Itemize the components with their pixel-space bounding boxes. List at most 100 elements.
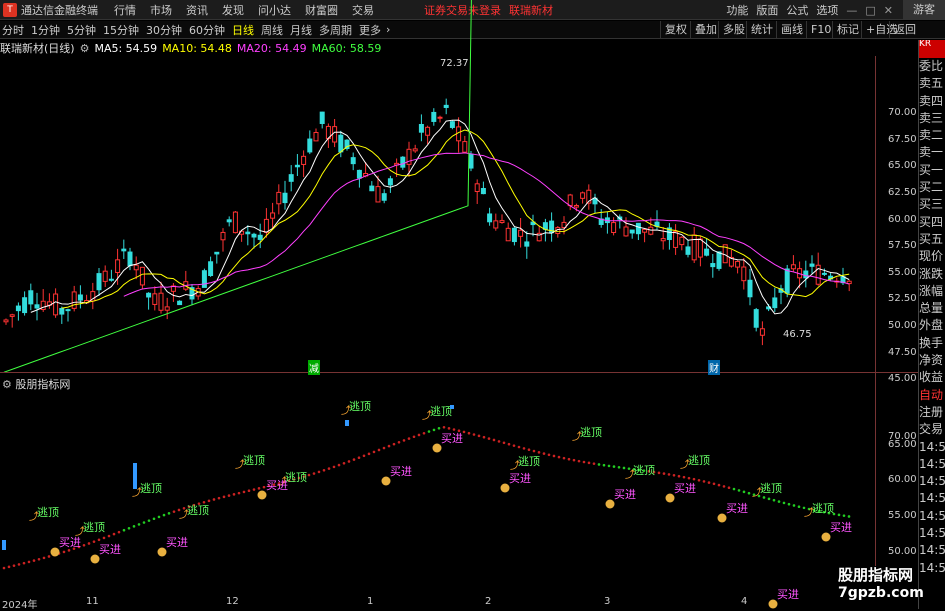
ind-tick: 55.00 [888, 510, 917, 521]
back-button[interactable]: 返回 [889, 21, 920, 39]
buy-signal[interactable]: 买进 [821, 521, 853, 542]
sidebar-item[interactable]: 买一 [919, 162, 945, 179]
buy-signal[interactable]: 买进 [157, 536, 189, 557]
sidebar-lower-item[interactable]: 14:55 [919, 560, 945, 577]
price-tick: 67.50 [888, 134, 917, 145]
candle [691, 227, 697, 264]
sidebar-item[interactable]: 外盘 [919, 317, 945, 334]
signal-dot [337, 463, 341, 467]
sell-signal[interactable]: ⤴逃顶 [680, 454, 710, 471]
buy-signal[interactable]: 买进 [500, 472, 532, 493]
candlestick-chart[interactable] [0, 0, 875, 372]
ind-tick: 65.00 [888, 439, 917, 450]
signal-dot [527, 448, 531, 452]
sidebar-item[interactable]: 涨幅 [919, 283, 945, 300]
sidebar-lower-item[interactable]: 14:55 [919, 525, 945, 542]
buy-signal[interactable]: 买进 [717, 502, 749, 523]
sidebar-item[interactable]: 现价 [919, 248, 945, 265]
buy-signal[interactable]: 买进 [381, 465, 413, 486]
signal-dot [347, 460, 351, 463]
candle [301, 150, 307, 178]
candle [592, 193, 598, 214]
svg-text:逃顶: 逃顶 [760, 482, 782, 495]
buy-signal[interactable]: 买进 [768, 588, 800, 609]
sidebar-item[interactable]: 净资 [919, 352, 945, 369]
buy-signal[interactable]: 买进 [257, 479, 289, 500]
sidebar-lower-item[interactable]: 14:55 [919, 542, 945, 559]
candle [617, 214, 623, 229]
ind-tick: 60.00 [888, 474, 917, 485]
sidebar-item[interactable]: 委比 [919, 58, 945, 75]
candle [505, 222, 511, 242]
signal-dot [22, 561, 26, 565]
signal-dot [562, 456, 566, 460]
candle [152, 286, 158, 311]
signal-dot [322, 468, 326, 472]
sell-signal[interactable]: ⤴逃顶 [804, 502, 834, 519]
candle [34, 292, 40, 321]
sidebar-lower-item[interactable]: 14:55 [919, 508, 945, 525]
candle [685, 240, 691, 258]
signal-dot [522, 447, 526, 450]
sidebar-lower-item[interactable]: 自动 [919, 387, 945, 404]
candle [15, 302, 21, 321]
candle [623, 217, 629, 237]
sidebar-item[interactable]: 卖二 [919, 127, 945, 144]
indicator-chart[interactable]: ⤴逃顶⤴逃顶⤴逃顶⤴逃顶⤴逃顶⤴逃顶⤴逃顶⤴逃顶⤴逃顶⤴逃顶⤴逃顶 ⤴逃顶⤴逃顶⤴… [0, 373, 875, 609]
sidebar-item[interactable]: 收益 [919, 369, 945, 386]
buy-signal[interactable]: 买进 [665, 482, 697, 503]
candle [170, 283, 176, 302]
sidebar-item[interactable]: 买三 [919, 196, 945, 213]
sell-signal[interactable]: ⤴逃顶 [510, 455, 540, 472]
svg-text:买进: 买进 [59, 536, 81, 549]
buy-signal[interactable]: 买进 [50, 536, 82, 557]
candle [319, 111, 325, 129]
sidebar-item[interactable]: 买五 [919, 231, 945, 248]
signal-dot [307, 473, 311, 477]
sidebar-item[interactable]: 买四 [919, 214, 945, 231]
signal-dot [552, 454, 556, 458]
signal-dot [497, 440, 501, 443]
candle [524, 231, 530, 259]
sell-signal[interactable]: ⤴逃顶 [625, 464, 655, 481]
buy-signal[interactable]: 买进 [605, 488, 637, 509]
candle [369, 181, 375, 192]
sidebar-item[interactable]: 买二 [919, 179, 945, 196]
sidebar-lower-item[interactable]: 14:55 [919, 439, 945, 456]
sidebar-item[interactable]: 卖三 [919, 110, 945, 127]
sidebar-item[interactable]: 卖四 [919, 93, 945, 110]
signal-dot [32, 559, 36, 562]
guest-button[interactable]: 游客 [903, 0, 945, 20]
svg-text:逃顶: 逃顶 [349, 400, 371, 413]
sidebar-item[interactable]: 卖五 [919, 75, 945, 92]
close-icon[interactable]: ✕ [884, 4, 893, 17]
sell-signal[interactable]: ⤴逃顶 [341, 400, 371, 417]
sell-signal[interactable]: ⤴逃顶 [179, 504, 209, 521]
candle [518, 217, 524, 248]
signal-dot [432, 428, 436, 432]
sell-signal[interactable]: ⤴逃顶 [422, 405, 452, 422]
sidebar-item[interactable]: 涨跌 [919, 266, 945, 283]
sidebar-item[interactable]: 换手 [919, 335, 945, 352]
sell-signal[interactable]: ⤴逃顶 [235, 454, 265, 471]
signal-dot [842, 514, 846, 517]
sidebar-lower-item[interactable]: 注册 [919, 404, 945, 421]
signal-dot [97, 538, 101, 542]
candle [146, 292, 152, 310]
buy-signal[interactable]: 买进 [432, 432, 464, 453]
sidebar-item[interactable]: 卖一 [919, 144, 945, 161]
signal-dot [27, 560, 31, 564]
sell-signal[interactable]: ⤴逃顶 [572, 426, 602, 443]
candle [115, 248, 121, 285]
sidebar-lower-item[interactable]: 14:55 [919, 456, 945, 473]
sell-signal[interactable]: ⤴逃顶 [752, 482, 782, 499]
sell-signal[interactable]: ⤴逃顶 [29, 506, 59, 523]
buy-signal[interactable]: 买进 [90, 543, 122, 564]
candle [431, 108, 437, 126]
candle [344, 139, 350, 151]
signal-dot [582, 460, 586, 464]
sidebar-item[interactable]: 总量 [919, 300, 945, 317]
sidebar-lower-item[interactable]: 交易 [919, 421, 945, 438]
sidebar-lower-item[interactable]: 14:55 [919, 490, 945, 507]
sidebar-lower-item[interactable]: 14:55 [919, 473, 945, 490]
